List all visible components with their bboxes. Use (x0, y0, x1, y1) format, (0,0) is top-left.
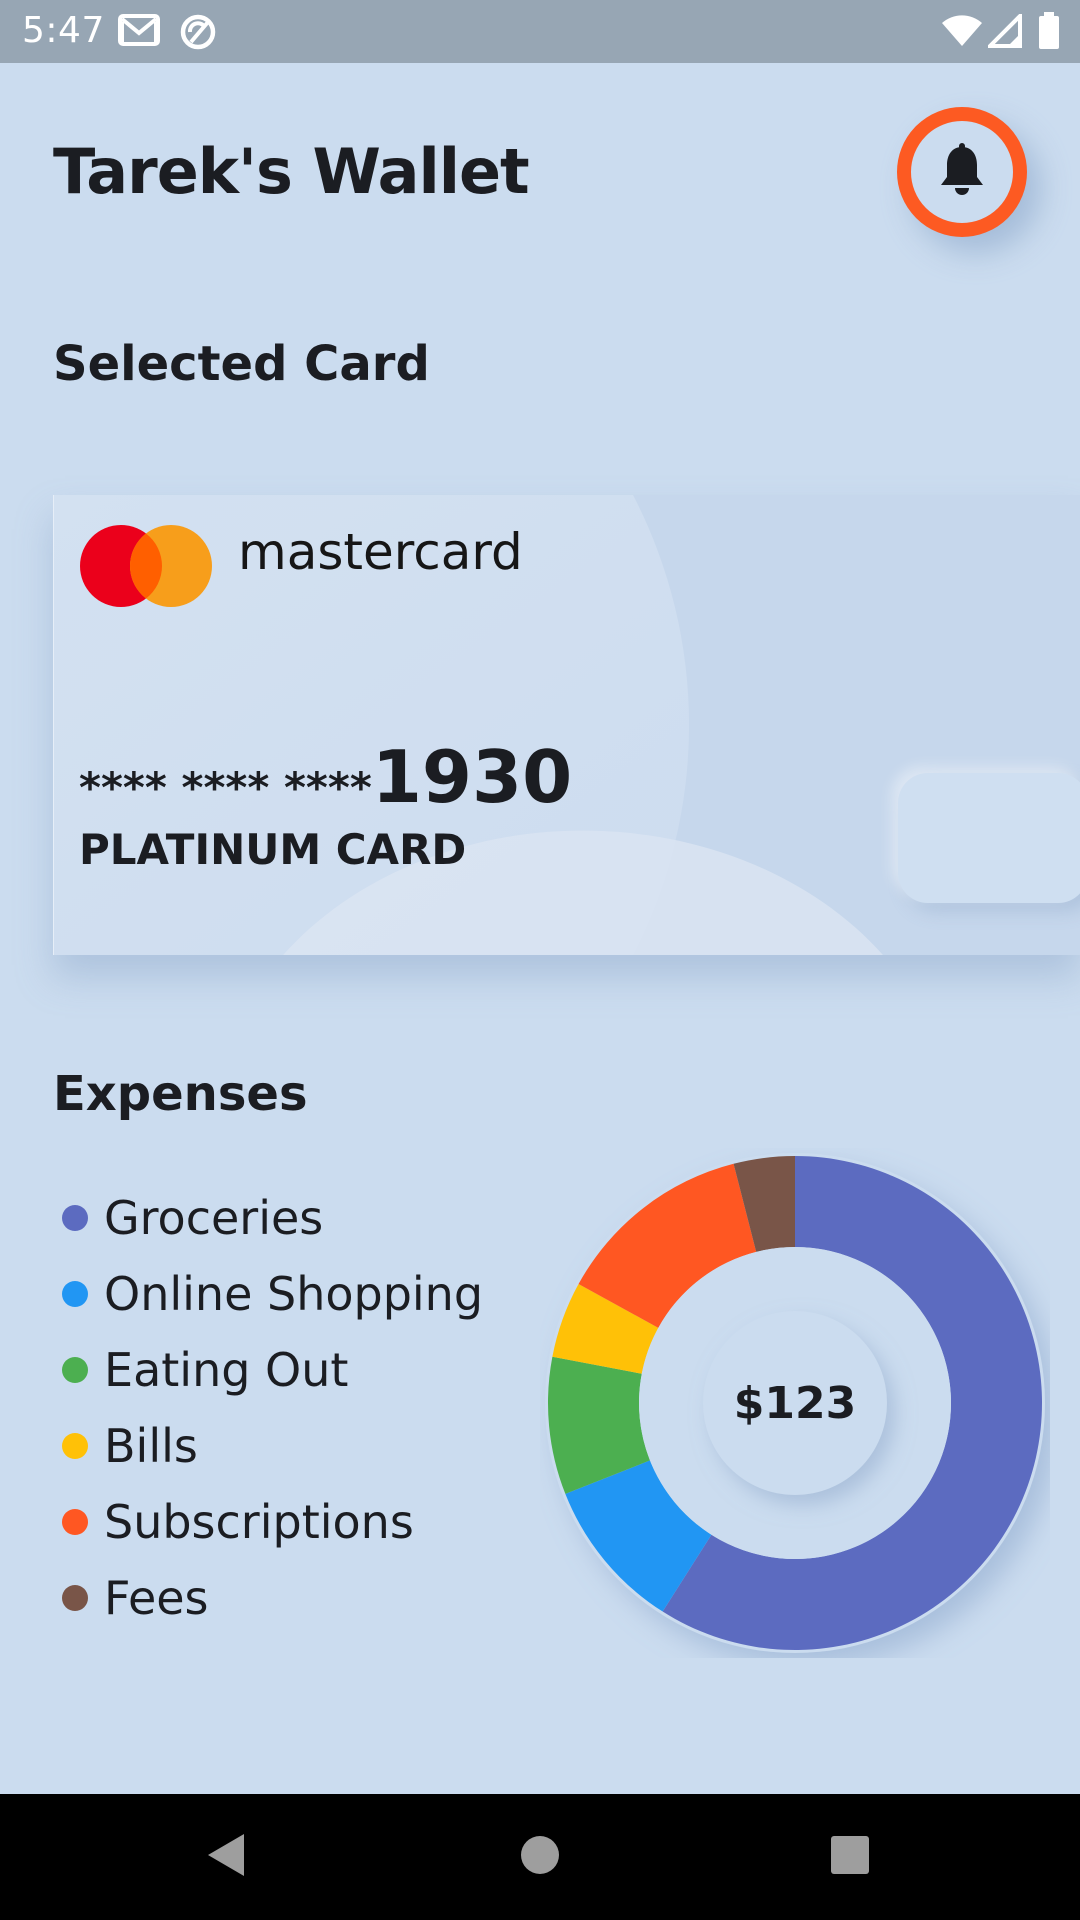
legend-dot (62, 1281, 88, 1307)
card-number: **** **** ****1930 (79, 735, 572, 819)
legend-label: Groceries (104, 1191, 324, 1245)
legend-item: Groceries (62, 1180, 483, 1256)
gmail-icon (118, 12, 160, 53)
legend-dot (62, 1585, 88, 1611)
bell-icon (938, 142, 986, 202)
back-icon (204, 1831, 248, 1884)
recents-icon (830, 1835, 870, 1880)
back-button[interactable] (146, 1794, 306, 1920)
legend-dot (62, 1205, 88, 1231)
legend-dot (62, 1509, 88, 1535)
donut-svg (545, 1153, 1045, 1653)
mastercard-logo-icon (79, 522, 219, 615)
page-title: Tarek's Wallet (53, 135, 530, 208)
next-card-preview[interactable] (898, 773, 1080, 903)
expenses-legend: Groceries Online Shopping Eating Out Bil… (62, 1180, 483, 1636)
selected-card-title: Selected Card (53, 336, 430, 392)
legend-item: Bills (62, 1408, 483, 1484)
legend-dot (62, 1433, 88, 1459)
card-type: PLATINUM CARD (79, 825, 467, 874)
card-number-last4: 1930 (371, 735, 573, 819)
home-icon (519, 1834, 561, 1881)
signal-icon (985, 11, 1022, 53)
legend-item: Online Shopping (62, 1256, 483, 1332)
expenses-donut-chart[interactable]: $123 (540, 1148, 1050, 1658)
legend-label: Fees (104, 1571, 209, 1625)
legend-item: Eating Out (62, 1332, 483, 1408)
recents-button[interactable] (770, 1794, 930, 1920)
expenses-title: Expenses (53, 1066, 308, 1122)
legend-dot (62, 1357, 88, 1383)
sync-disabled-icon (178, 12, 218, 57)
credit-card[interactable]: mastercard **** **** ****1930 PLATINUM C… (53, 495, 1080, 955)
legend-item: Subscriptions (62, 1484, 483, 1560)
legend-label: Online Shopping (104, 1267, 484, 1321)
status-bar: 5:47 (0, 0, 1080, 63)
status-time: 5:47 (22, 10, 105, 51)
card-number-mask: **** **** **** (79, 763, 372, 812)
legend-label: Bills (104, 1419, 198, 1473)
notification-button[interactable] (897, 107, 1027, 237)
wifi-icon (940, 14, 984, 53)
legend-label: Subscriptions (104, 1495, 414, 1549)
battery-icon (1038, 12, 1060, 55)
card-brand: mastercard (238, 523, 523, 581)
legend-item: Fees (62, 1560, 483, 1636)
system-nav-bar (0, 1794, 1080, 1920)
home-button[interactable] (460, 1794, 620, 1920)
legend-label: Eating Out (104, 1343, 349, 1397)
